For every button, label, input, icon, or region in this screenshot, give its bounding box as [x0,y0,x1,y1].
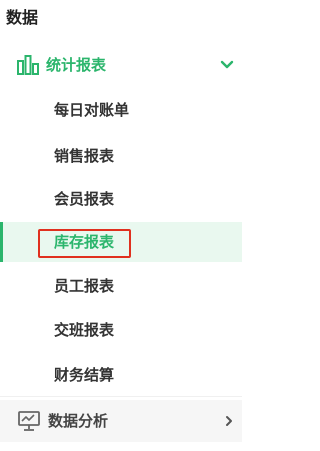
menu-item-label: 员工报表 [54,277,115,295]
menu-item-label: 库存报表 [54,233,115,251]
bar-chart-icon [17,55,39,75]
group-data-analysis[interactable]: 数据分析 [0,400,242,442]
menu-item-label: 每日对账单 [54,101,130,119]
menu-item-label: 财务结算 [54,366,115,384]
section-title: 数据 [6,8,39,27]
chevron-right-icon [226,416,232,426]
sidebar: 数据 统计报表 每日对账单 销售报表 会员报表 库存报表 员工报表 交班报表 财… [0,0,242,451]
monitor-chart-icon [18,411,40,431]
group2-label: 数据分析 [48,412,109,430]
chevron-down-icon [220,60,234,69]
menu-item-label: 交班报表 [54,321,115,339]
group-statistics-reports[interactable]: 统计报表 [0,44,242,86]
menu-item-daily-statement[interactable]: 每日对账单 [0,90,242,130]
divider [0,396,242,397]
menu-item-financial-settlement[interactable]: 财务结算 [0,355,242,395]
menu-item-label: 会员报表 [54,190,115,208]
menu-item-shift-report[interactable]: 交班报表 [0,310,242,350]
menu-item-label: 销售报表 [54,147,115,165]
menu-item-sales-report[interactable]: 销售报表 [0,136,242,176]
menu-item-employee-report[interactable]: 员工报表 [0,266,242,306]
menu-item-inventory-report[interactable]: 库存报表 [0,222,242,262]
group-label: 统计报表 [46,56,107,74]
menu-item-member-report[interactable]: 会员报表 [0,179,242,219]
